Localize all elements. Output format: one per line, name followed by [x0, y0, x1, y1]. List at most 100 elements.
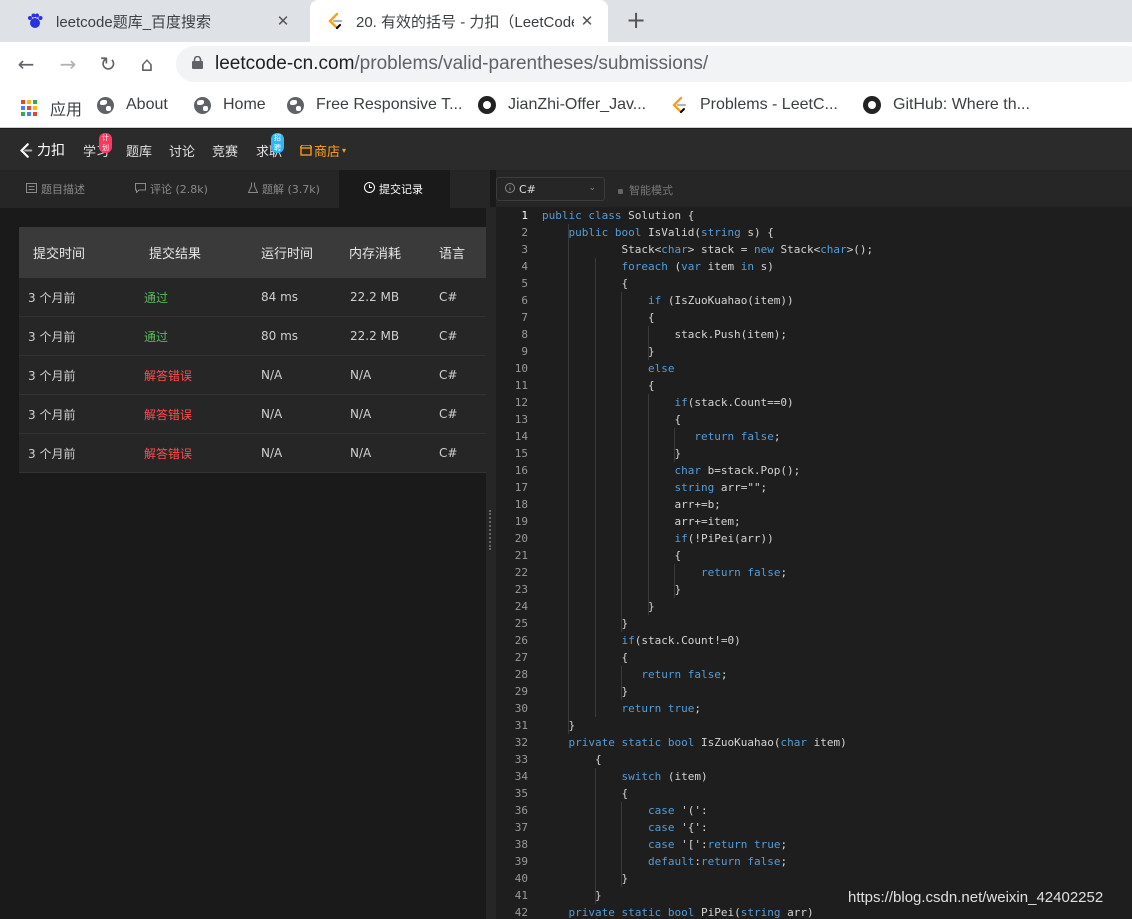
line-number: 35	[514, 787, 528, 800]
code-line: else	[647, 362, 675, 375]
indent-guide	[621, 666, 623, 700]
tab-label: 提交记录	[379, 183, 423, 196]
close-tab-icon[interactable]: ✕	[270, 12, 296, 30]
code-line: arr+=item;	[542, 515, 741, 528]
new-tab-icon[interactable]: +	[626, 8, 646, 32]
tab-description[interactable]: 题目描述	[0, 170, 111, 208]
code-line: private static bool IsZuoKuahao(char ite…	[568, 736, 847, 749]
submit-result-link[interactable]: 解答错误	[135, 406, 252, 423]
drag-handle-icon[interactable]	[489, 510, 492, 550]
pane-splitter[interactable]	[486, 207, 496, 919]
runtime: 84 ms	[261, 290, 299, 304]
submissions-table: 提交时间 提交结果 运行时间 内存消耗 语言 3 个月前 通过 84 ms 22…	[19, 227, 486, 473]
indent-guide	[621, 292, 623, 632]
leetcode-logo-icon	[20, 142, 33, 158]
code-line: private static bool PiPei(string arr)	[568, 906, 814, 919]
table-row[interactable]: 3 个月前 解答错误 N/A N/A C#	[19, 395, 486, 434]
column-header: 语言	[439, 247, 466, 262]
line-number: 3	[521, 243, 528, 256]
line-number: 14	[514, 430, 528, 443]
runtime: N/A	[261, 407, 283, 421]
line-number: 23	[514, 583, 528, 596]
indent-guide	[647, 326, 649, 360]
table-row[interactable]: 3 个月前 解答错误 N/A N/A C#	[19, 356, 486, 395]
nav-jobs[interactable]: 求职 招聘	[256, 133, 284, 160]
leetcode-logo-icon	[326, 12, 344, 30]
line-number: 17	[514, 481, 528, 494]
bookmark-free-responsive[interactable]: Free Responsive T...	[286, 96, 462, 114]
submit-result-link[interactable]: 通过	[135, 289, 252, 306]
language-select[interactable]: C# ⌄	[496, 177, 605, 201]
column-header: 运行时间	[261, 247, 314, 262]
tab-title: leetcode题库_百度搜索	[56, 13, 212, 31]
line-number: 5	[521, 277, 528, 290]
table-row[interactable]: 3 个月前 通过 84 ms 22.2 MB C#	[19, 278, 486, 317]
close-tab-icon[interactable]: ✕	[574, 12, 600, 30]
store-icon	[300, 145, 312, 156]
bookmark-label: Free Responsive T...	[316, 96, 463, 113]
nav-problems[interactable]: 题库	[126, 141, 152, 160]
home-icon[interactable]: ⌂	[135, 52, 159, 76]
column-header: 提交时间	[33, 247, 86, 262]
github-icon	[478, 96, 496, 114]
line-number: 18	[514, 498, 528, 511]
line-number: 4	[521, 260, 528, 273]
code-line: stack.Push(item);	[542, 328, 788, 341]
submit-time: 3 个月前	[28, 329, 76, 344]
github-icon	[863, 96, 881, 114]
forward-arrow-icon[interactable]: →	[56, 52, 80, 76]
bookmark-apps[interactable]: 应用	[20, 96, 82, 120]
tab-label: 评论 (2.8k)	[150, 183, 208, 196]
smart-mode-dot-icon	[618, 188, 623, 194]
bookmark-home[interactable]: Home	[193, 96, 266, 114]
tab-comments[interactable]: 评论 (2.8k)	[111, 170, 228, 208]
line-number: 36	[514, 804, 528, 817]
code-line: }	[542, 345, 655, 358]
code-line: {	[542, 549, 682, 562]
line-number: 31	[514, 719, 528, 732]
line-number: 2	[521, 226, 528, 239]
nav-contest[interactable]: 竞赛	[212, 141, 238, 160]
code-editor[interactable]: 1 2 3 4 5 6 7 8 9 10 11 12 13 14 15 16 17 18 19 20 21 22 23 24 2…	[496, 207, 1132, 919]
submit-result-link[interactable]: 解答错误	[135, 367, 252, 384]
indent-guide	[621, 802, 623, 887]
address-bar[interactable]: leetcode-cn.com/problems/valid-parenthes…	[176, 46, 1132, 82]
back-arrow-icon[interactable]: ←	[14, 52, 38, 76]
code-line: switch (item)	[621, 770, 708, 783]
tab-solutions[interactable]: 题解 (3.7k)	[228, 170, 339, 208]
code-line: case '(':	[647, 804, 708, 817]
browser-tab-leetcode[interactable]: 20. 有效的括号 - 力扣（LeetCode） ✕	[310, 0, 608, 42]
line-number: 28	[514, 668, 528, 681]
reload-icon[interactable]: ↻	[96, 52, 120, 76]
tab-submissions[interactable]: 提交记录	[339, 170, 450, 208]
bookmark-label: Problems - LeetC...	[700, 96, 838, 113]
leetcode-logo[interactable]: 力扣	[18, 140, 65, 160]
submit-result-link[interactable]: 解答错误	[135, 445, 252, 462]
code-line: if (IsZuoKuahao(item))	[647, 294, 794, 307]
browser-tab-strip: leetcode题库_百度搜索 ✕ 20. 有效的括号 - 力扣（LeetCod…	[0, 0, 1132, 42]
browser-tab-baidu[interactable]: leetcode题库_百度搜索 ✕	[14, 0, 304, 42]
code-line: {	[542, 753, 602, 766]
submit-result-link[interactable]: 通过	[135, 328, 252, 345]
runtime: N/A	[261, 368, 283, 382]
table-row[interactable]: 3 个月前 解答错误 N/A N/A C#	[19, 434, 486, 473]
code-line: }	[542, 872, 629, 885]
tab-label: 题目描述	[41, 183, 85, 196]
editor-header: C# ⌄ 智能模式	[496, 170, 1132, 208]
bookmark-label: About	[126, 96, 168, 113]
smart-mode-toggle[interactable]: 智能模式	[618, 182, 673, 198]
nav-discuss[interactable]: 讨论	[169, 141, 195, 160]
code-line: char b=stack.Pop();	[674, 464, 801, 477]
bookmark-github[interactable]: GitHub: Where th...	[863, 96, 1030, 114]
code-line: default:return false;	[647, 855, 788, 868]
bookmark-label: Home	[223, 96, 266, 113]
table-row[interactable]: 3 个月前 通过 80 ms 22.2 MB C#	[19, 317, 486, 356]
line-number: 39	[514, 855, 528, 868]
line-number: 24	[514, 600, 528, 613]
nav-store[interactable]: 商店 ▾	[300, 141, 346, 160]
bookmark-about[interactable]: About	[96, 96, 168, 114]
nav-study[interactable]: 学习 计划	[83, 133, 112, 160]
bookmark-jianzhi-offer[interactable]: JianZhi-Offer_Jav...	[478, 96, 646, 114]
bookmark-leetcode-problems[interactable]: Problems - LeetC...	[670, 96, 838, 114]
column-header: 内存消耗	[349, 247, 402, 262]
